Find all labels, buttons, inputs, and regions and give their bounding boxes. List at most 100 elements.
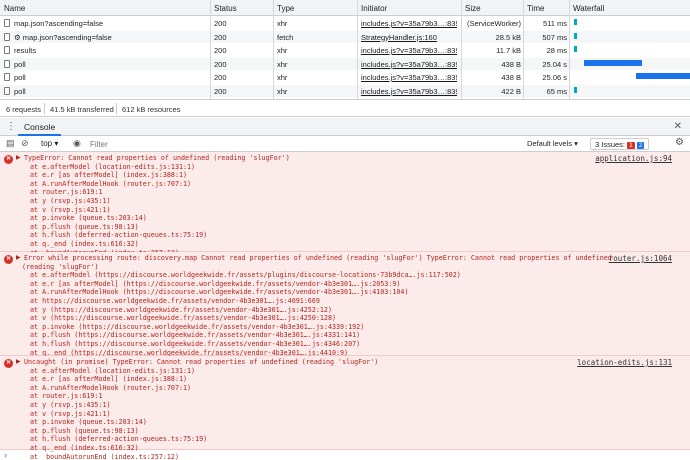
column-header-waterfall[interactable]: Waterfall	[573, 4, 604, 13]
cell-name: map.json?ascending=false	[14, 19, 104, 28]
console-error-message[interactable]: ✕ ▶ router.js:1064 Error while processing r…	[0, 252, 690, 365]
stack-frame[interactable]: at router.js:619:1	[22, 392, 378, 401]
column-header-size[interactable]: Size	[465, 4, 481, 13]
column-divider	[569, 0, 570, 100]
console-error-message[interactable]: ✕ ▶ location-edits.js:131 Uncaught (in prom…	[0, 356, 690, 460]
expand-caret-icon[interactable]: ▶	[16, 154, 21, 161]
stack-frame[interactable]: at h.flush (deferred-action-queues.ts:75…	[22, 435, 378, 444]
cell-name: results	[14, 46, 37, 55]
column-header-name[interactable]: Name	[4, 4, 25, 13]
stack-frame[interactable]: at A.runAfterModelHook (https://discours…	[22, 288, 612, 297]
stack-frame[interactable]: at https://discourse.worldgeekwide.fr/as…	[22, 297, 612, 306]
expand-caret-icon[interactable]: ▶	[16, 254, 21, 261]
stack-frame[interactable]: at _boundAutorunEnd (index.ts:257:12)	[22, 453, 378, 460]
context-selector[interactable]: top ▾	[38, 138, 61, 150]
summary-divider	[44, 103, 45, 114]
cell-type: xhr	[277, 86, 288, 96]
stack-frame[interactable]: at p.flush (queue.ts:98:13)	[22, 427, 378, 436]
cell-size: 28.5 kB	[495, 32, 521, 42]
stack-frame[interactable]: at v (https://discourse.worldgeekwide.fr…	[22, 314, 612, 323]
cell-type: xhr	[277, 19, 288, 28]
stack-frame[interactable]: at e.afterModel (https://discourse.world…	[22, 271, 612, 280]
network-panel: Name Status Type Initiator Size Time Wat…	[0, 0, 690, 100]
stack-frame[interactable]: at y (rsvp.js:435:1)	[22, 401, 378, 410]
sidebar-toggle-icon[interactable]: ▤	[6, 138, 15, 149]
file-icon	[4, 19, 10, 27]
waterfall-bar	[635, 73, 690, 79]
column-header-type[interactable]: Type	[277, 4, 294, 13]
stack-frame[interactable]: at q._end (index.ts:616:32)	[22, 240, 290, 249]
message-source-link[interactable]: router.js:1064	[609, 254, 672, 263]
network-request-row[interactable]: map.json?ascending=false 200 xhr includes.j…	[0, 17, 690, 29]
console-error-message[interactable]: ✕ ▶ application.js:94 TypeError: Cannot rea…	[0, 152, 690, 257]
expand-caret-icon[interactable]: ▶	[16, 358, 21, 365]
stack-frame[interactable]: at e.afterModel (location-edits.js:131:1…	[22, 367, 378, 376]
waterfall-bar	[574, 86, 577, 93]
message-source-link[interactable]: location-edits.js:131	[577, 358, 672, 367]
cell-name: poll	[14, 73, 26, 82]
filter-input[interactable]	[90, 137, 520, 151]
cell-name: poll	[14, 86, 26, 96]
console-settings-gear-icon[interactable]: ⚙	[675, 137, 684, 148]
cell-initiator[interactable]: includes.js?v=35a79b3…:839	[361, 19, 457, 28]
column-header-initiator[interactable]: Initiator	[361, 4, 387, 13]
network-request-row[interactable]: poll 200 xhr includes.js?v=35a79b3…:839 438 …	[0, 57, 690, 70]
issues-button[interactable]: 3 Issues: 1 2	[590, 138, 650, 150]
cell-size: 438 B	[501, 73, 521, 82]
drawer-tab-strip: ⋮ Console ✕	[0, 118, 690, 136]
console-prompt[interactable]: ›	[4, 450, 7, 460]
cell-status: 200	[214, 32, 227, 42]
live-expression-eye-icon[interactable]: ◉	[73, 138, 81, 149]
cell-status: 200	[214, 46, 227, 55]
stack-frame[interactable]: at router.js:619:1	[22, 188, 290, 197]
network-request-row[interactable]: poll 200 xhr includes.js?v=35a79b3…:839 438 …	[0, 71, 690, 83]
cell-size: (ServiceWorker)	[466, 19, 521, 28]
cell-time: 65 ms	[546, 86, 567, 96]
cell-initiator[interactable]: StrategyHandler.js:160	[361, 33, 457, 42]
stack-frame[interactable]: at p.flush (https://discourse.worldgeekw…	[22, 331, 612, 340]
stack-frame[interactable]: at e.r [as afterModel] (https://discours…	[22, 280, 612, 289]
cell-initiator[interactable]: includes.js?v=35a79b3…:839	[361, 46, 457, 55]
stack-frame[interactable]: at p.flush (queue.ts:98:13)	[22, 223, 290, 232]
network-request-row[interactable]: poll 200 xhr includes.js?v=35a79b3…:839 422 …	[0, 84, 690, 97]
stack-frame[interactable]: at y (https://discourse.worldgeekwide.fr…	[22, 306, 612, 315]
stack-frame[interactable]: at e.afterModel (location-edits.js:131:1…	[22, 163, 290, 172]
clear-console-icon[interactable]: ⊘	[21, 138, 29, 149]
tab-console[interactable]: Console	[18, 118, 62, 136]
cell-initiator[interactable]: includes.js?v=35a79b3…:839	[361, 73, 457, 82]
stack-frame[interactable]: at p.invoke (queue.ts:203:14)	[22, 214, 290, 223]
error-text: TypeError: Cannot read properties of und…	[24, 154, 290, 162]
stack-frame[interactable]: at h.flush (https://discourse.worldgeekw…	[22, 340, 612, 349]
context-value: top	[41, 139, 53, 148]
column-divider	[357, 0, 358, 100]
stack-frame[interactable]: at h.flush (deferred-action-queues.ts:75…	[22, 231, 290, 240]
close-drawer-icon[interactable]: ✕	[674, 121, 682, 132]
stack-frame[interactable]: at q._end (index.ts:616:32)	[22, 444, 378, 453]
network-request-row[interactable]: results 200 xhr includes.js?v=35a79b3…:839 1…	[0, 44, 690, 56]
waterfall-bar	[583, 59, 642, 66]
cell-status: 200	[214, 19, 227, 28]
cell-time: 28 ms	[546, 46, 567, 55]
stack-frame[interactable]: at e.r [as afterModel] (index.js:388:1)	[22, 375, 378, 384]
cell-initiator[interactable]: includes.js?v=35a79b3…:839	[361, 87, 457, 96]
stack-frame[interactable]: at A.runAfterModelHook (router.js:707:1)	[22, 180, 290, 189]
issues-label: 3 Issues:	[595, 140, 626, 149]
message-source-link[interactable]: application.js:94	[595, 154, 672, 163]
network-request-row[interactable]: ⚙ map.json?ascending=false 200 fetch Strate…	[0, 30, 690, 43]
stack-frame[interactable]: at v (rsvp.js:421:1)	[22, 206, 290, 215]
stack-frame[interactable]: at p.invoke (https://discourse.worldgeek…	[22, 323, 612, 332]
stack-frame[interactable]: at p.invoke (queue.ts:203:14)	[22, 418, 378, 427]
column-header-time[interactable]: Time	[527, 4, 544, 13]
stack-frame[interactable]: at y (rsvp.js:435:1)	[22, 197, 290, 206]
log-levels-dropdown[interactable]: Default levels ▾	[527, 139, 578, 148]
cell-size: 11.7 kB	[496, 46, 521, 55]
stack-frame[interactable]: at e.r [as afterModel] (index.js:388:1)	[22, 171, 290, 180]
cell-type: xhr	[277, 59, 288, 69]
stack-frame[interactable]: at v (rsvp.js:421:1)	[22, 410, 378, 419]
more-tabs-icon[interactable]: ⋮	[6, 121, 16, 132]
stack-frame[interactable]: at A.runAfterModelHook (router.js:707:1)	[22, 384, 378, 393]
column-header-status[interactable]: Status	[214, 4, 237, 13]
cell-initiator[interactable]: includes.js?v=35a79b3…:839	[361, 60, 457, 69]
file-icon	[4, 86, 10, 95]
issues-error-count: 1	[627, 142, 635, 149]
